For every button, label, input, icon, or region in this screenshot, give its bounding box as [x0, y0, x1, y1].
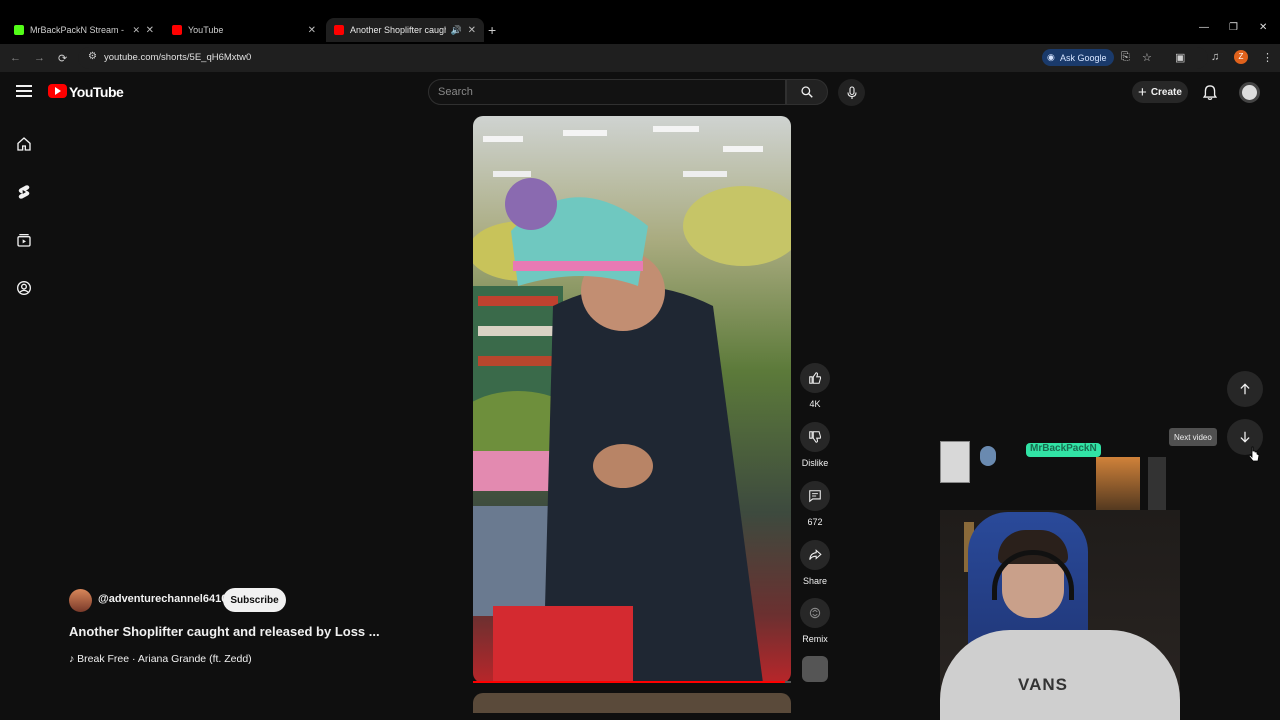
- youtube-logo-icon[interactable]: [48, 84, 67, 98]
- video-frame: [473, 126, 791, 683]
- share-label: Share: [802, 576, 828, 586]
- voice-search-button[interactable]: [838, 79, 865, 106]
- youtube-logo-text[interactable]: YouTube: [69, 84, 124, 100]
- tab-title: MrBackPackN Stream - Wa: [30, 25, 126, 35]
- url-text[interactable]: youtube.com/shorts/5E_qH6Mxtw0: [104, 52, 251, 63]
- thumbs-down-icon: [809, 431, 822, 443]
- video-progress-fill: [473, 681, 785, 683]
- comments-button[interactable]: 672: [796, 481, 834, 527]
- music-link[interactable]: ♪ Break Free · Ariana Grande (ft. Zedd): [69, 653, 252, 665]
- youtube-favicon-icon: [172, 25, 182, 35]
- ask-google-button[interactable]: ◉ Ask Google: [1042, 49, 1114, 66]
- comment-count: 672: [807, 517, 823, 527]
- tab-stream[interactable]: MrBackPackN Stream - Wa ✕ ✕: [6, 18, 162, 42]
- like-count: 4K: [809, 399, 821, 409]
- hamburger-menu-icon[interactable]: [16, 85, 32, 99]
- overlay-banner: MrBackPackN: [1026, 443, 1101, 457]
- profile-avatar[interactable]: Z: [1234, 50, 1248, 64]
- create-label: Create: [1150, 86, 1182, 98]
- reload-icon[interactable]: ⟳: [58, 52, 67, 65]
- next-video-tooltip: Next video: [1169, 428, 1217, 446]
- like-button[interactable]: 4K: [796, 363, 834, 409]
- arrow-down-icon: [1240, 431, 1250, 443]
- lens-icon: ◉: [1047, 52, 1055, 62]
- streamer-webcam: VANS: [940, 510, 1180, 720]
- forward-icon[interactable]: →: [34, 52, 45, 64]
- short-video-player[interactable]: [473, 116, 791, 683]
- dislike-label: Dislike: [801, 458, 829, 468]
- new-tab-button[interactable]: +: [488, 22, 496, 38]
- search-input[interactable]: [438, 84, 768, 100]
- video-progress-bar[interactable]: [473, 681, 791, 683]
- home-icon[interactable]: [16, 136, 32, 152]
- back-icon[interactable]: ←: [10, 52, 21, 64]
- mouse-cursor-icon: [1249, 446, 1260, 462]
- create-button[interactable]: + Create: [1132, 81, 1188, 103]
- media-controls-icon[interactable]: ♫: [1211, 51, 1219, 63]
- side-panel-icon[interactable]: ▣: [1175, 51, 1185, 64]
- subscribe-button[interactable]: Subscribe: [223, 588, 286, 612]
- browser-tab-bar: MrBackPackN Stream - Wa ✕ ✕ YouTube ✕ An…: [0, 0, 1280, 44]
- dislike-button[interactable]: Dislike: [796, 422, 834, 468]
- arrow-up-icon: [1240, 383, 1250, 395]
- close-tab-icon[interactable]: ✕: [146, 25, 154, 36]
- tab-title: YouTube: [188, 25, 224, 35]
- microphone-icon: [846, 85, 857, 99]
- account-avatar[interactable]: [1239, 82, 1260, 103]
- install-app-icon[interactable]: ⎘: [1121, 51, 1130, 64]
- overlay-figure-widget: [980, 446, 996, 466]
- remix-label: Remix: [802, 634, 828, 644]
- tab-current-short[interactable]: Another Shoplifter caught a 🔊 ✕: [326, 18, 484, 42]
- video-title[interactable]: Another Shoplifter caught and released b…: [69, 624, 380, 639]
- subscriptions-icon[interactable]: [16, 232, 32, 248]
- sound-thumbnail: [802, 656, 828, 682]
- search-icon: [801, 86, 813, 98]
- remix-icon: [809, 607, 821, 619]
- search-button[interactable]: [786, 79, 828, 105]
- browser-menu-icon[interactable]: ⋮: [1262, 51, 1273, 64]
- next-short-preview[interactable]: [473, 693, 791, 713]
- restore-icon[interactable]: ❐: [1229, 22, 1238, 33]
- site-info-icon[interactable]: ⚙: [88, 51, 97, 62]
- tab-title: Another Shoplifter caught a: [350, 25, 446, 35]
- youtube-favicon-icon: [334, 25, 344, 35]
- close-window-icon[interactable]: ✕: [1259, 22, 1267, 33]
- thumbs-up-icon: [809, 372, 822, 384]
- kick-favicon-icon: [14, 25, 24, 35]
- comment-icon: [809, 490, 821, 503]
- channel-name[interactable]: @adventurechannel6410: [98, 593, 227, 605]
- overlay-photo-widget: [940, 441, 970, 483]
- close-tab-icon[interactable]: ✕: [308, 25, 316, 36]
- close-tab-icon[interactable]: ✕: [468, 25, 476, 36]
- speaker-icon[interactable]: 🔊: [451, 25, 462, 36]
- previous-video-button[interactable]: [1227, 371, 1263, 407]
- remix-button[interactable]: Remix: [796, 598, 834, 644]
- minimize-icon[interactable]: —: [1199, 22, 1209, 33]
- ask-google-label: Ask Google: [1060, 52, 1107, 63]
- shirt-logo-text: VANS: [1018, 675, 1068, 694]
- bookmark-star-icon[interactable]: ☆: [1142, 51, 1152, 64]
- music-note-icon: ♪: [69, 653, 78, 665]
- share-arrow-icon: [809, 549, 822, 560]
- muted-speaker-icon[interactable]: ✕: [132, 25, 140, 36]
- tab-youtube[interactable]: YouTube ✕: [164, 18, 324, 42]
- notifications-bell-icon[interactable]: [1202, 84, 1218, 101]
- music-title: Break Free · Ariana Grande (ft. Zedd): [77, 653, 252, 665]
- plus-icon: +: [1138, 83, 1147, 101]
- you-account-icon[interactable]: [16, 280, 32, 296]
- shorts-icon[interactable]: [16, 184, 32, 200]
- share-button[interactable]: Share: [796, 540, 834, 586]
- sound-thumbnail-button[interactable]: [796, 656, 834, 682]
- channel-avatar[interactable]: [69, 589, 92, 612]
